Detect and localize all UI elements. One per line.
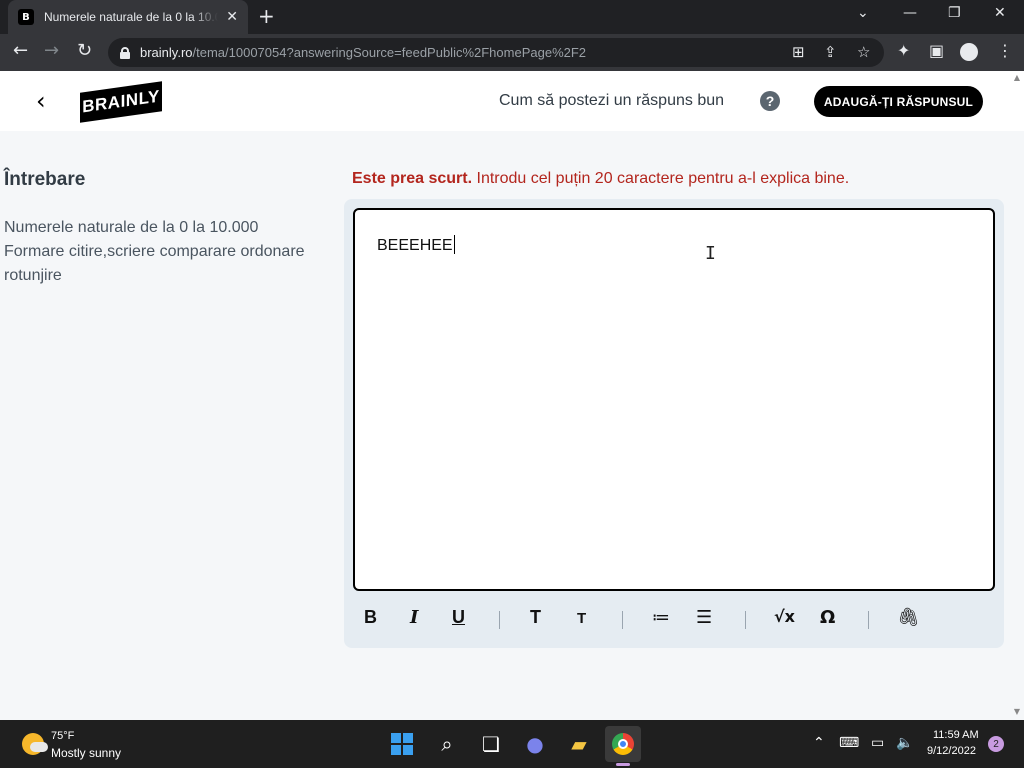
formatting-toolbar: B I U T T ≔ ☰ √x Ω 🖇 [344, 599, 1004, 641]
answer-form-area: Întrebare Numerele naturale de la 0 la 1… [0, 131, 1024, 720]
site-header: ‹ BRAINLY Cum să postezi un răspuns bun … [0, 71, 1024, 131]
network-icon[interactable]: ▭ [871, 735, 884, 751]
keyboard-icon[interactable]: ⌨ [839, 735, 859, 751]
tab-title: Numerele naturale de la 0 la 10.000 [43, 10, 219, 24]
new-tab-icon[interactable]: + [258, 4, 275, 28]
warning-text: Introdu cel puțin 20 caractere pentru a-… [472, 170, 850, 187]
how-to-answer-link[interactable]: Cum să postezi un răspuns bun [499, 92, 724, 110]
heading-small-icon[interactable]: T [577, 610, 586, 627]
side-panel-icon[interactable]: ▣ [929, 41, 944, 60]
math-sqrt-icon[interactable]: √x [774, 607, 795, 626]
toolbar-divider [622, 611, 623, 629]
lock-icon[interactable] [120, 46, 130, 59]
address-bar[interactable]: brainly.ro/tema/10007054?answeringSource… [108, 38, 884, 67]
heading-large-icon[interactable]: T [530, 607, 541, 628]
page: ‹ BRAINLY Cum să postezi un răspuns bun … [0, 71, 1024, 720]
answer-editor-container: BEEEHEE I B I U T T ≔ ☰ √x Ω 🖇 [344, 199, 1004, 648]
scroll-up-arrow-icon[interactable]: ▲ [1014, 73, 1020, 82]
url-host: brainly.ro [140, 45, 193, 60]
underline-icon[interactable]: U [452, 607, 465, 628]
url-path: /tema/10007054?answeringSource=feedPubli… [192, 45, 587, 60]
omega-symbol-icon[interactable]: Ω [820, 607, 835, 628]
profile-avatar-icon[interactable] [960, 43, 978, 61]
help-question-icon[interactable]: ? [760, 91, 780, 111]
tab-close-icon[interactable]: ✕ [226, 9, 238, 25]
weather-condition[interactable]: Mostly sunny [51, 746, 121, 760]
file-explorer-icon[interactable]: ▰ [565, 730, 593, 758]
tab-search-chevron-icon[interactable]: ⌄ [857, 5, 869, 21]
warning-bold: Este prea scurt. [352, 170, 473, 187]
reload-icon[interactable]: ↻ [77, 40, 92, 61]
question-text: Numerele naturale de la 0 la 10.000 Form… [4, 219, 305, 284]
brainly-favicon-icon: B [18, 9, 34, 25]
forward-arrow-icon[interactable]: → [44, 40, 59, 61]
show-hidden-icons-chevron-icon[interactable]: ⌃ [813, 735, 825, 751]
question-heading: Întrebare [4, 169, 86, 190]
volume-icon[interactable]: 🔈 [896, 735, 913, 751]
search-icon[interactable]: ⌕ [433, 730, 461, 758]
weather-temperature[interactable]: 75°F [51, 730, 74, 742]
bold-icon[interactable]: B [364, 607, 377, 628]
back-chevron-icon[interactable]: ‹ [36, 87, 46, 115]
add-answer-button[interactable]: ADAUGĂ-ȚI RĂSPUNSUL [814, 86, 983, 117]
clock-time[interactable]: 11:59 AM [933, 729, 979, 741]
extensions-puzzle-icon[interactable]: ✦ [897, 41, 910, 60]
weather-cloud-icon [30, 742, 48, 752]
restore-icon[interactable]: ❐ [948, 5, 961, 21]
chrome-icon[interactable] [612, 733, 634, 755]
toolbar-divider [499, 611, 500, 629]
bookmark-star-icon[interactable]: ☆ [857, 43, 870, 61]
brainly-logo[interactable]: BRAINLY [80, 81, 162, 123]
validation-warning: Este prea scurt. Introdu cel puțin 20 ca… [352, 170, 849, 188]
task-view-icon[interactable]: ❏ [477, 730, 505, 758]
ordered-list-icon[interactable]: ≔ [652, 607, 670, 628]
window-close-icon[interactable]: ✕ [994, 5, 1006, 21]
share-icon[interactable]: ⇪ [824, 43, 837, 61]
browser-tab[interactable]: B Numerele naturale de la 0 la 10.000 ✕ [8, 0, 248, 34]
browser-toolbar: ← → ↻ brainly.ro/tema/10007054?answering… [0, 34, 1024, 71]
clock-date[interactable]: 9/12/2022 [927, 745, 976, 757]
windows-start-icon[interactable] [391, 733, 413, 755]
ibeam-cursor-icon: I [705, 243, 716, 264]
windows-taskbar: 75°F Mostly sunny ⌕ ❏ ● ▰ ⌃ ⌨ ▭ 🔈 11:59 … [0, 720, 1024, 768]
back-arrow-icon[interactable]: ← [13, 40, 28, 61]
active-app-indicator [616, 763, 630, 766]
browser-menu-icon[interactable]: ⋮ [997, 41, 1013, 60]
toolbar-divider [868, 611, 869, 629]
answer-text: BEEEHEE [377, 237, 453, 254]
answer-text-editor[interactable]: BEEEHEE I [353, 208, 995, 591]
minimize-icon[interactable]: — [903, 5, 917, 21]
bullet-list-icon[interactable]: ☰ [696, 607, 712, 628]
translate-icon[interactable]: ⊞ [792, 43, 805, 61]
italic-icon[interactable]: I [410, 607, 418, 628]
text-caret [453, 235, 455, 254]
teams-chat-icon[interactable]: ● [521, 730, 549, 758]
answer-input-value[interactable]: BEEEHEE [377, 235, 455, 255]
toolbar-divider [745, 611, 746, 629]
notification-badge[interactable]: 2 [988, 736, 1004, 752]
attachment-paperclip-icon[interactable]: 🖇 [897, 607, 920, 628]
scroll-down-arrow-icon[interactable]: ▼ [1014, 707, 1020, 716]
browser-titlebar: B Numerele naturale de la 0 la 10.000 ✕ … [0, 0, 1024, 34]
